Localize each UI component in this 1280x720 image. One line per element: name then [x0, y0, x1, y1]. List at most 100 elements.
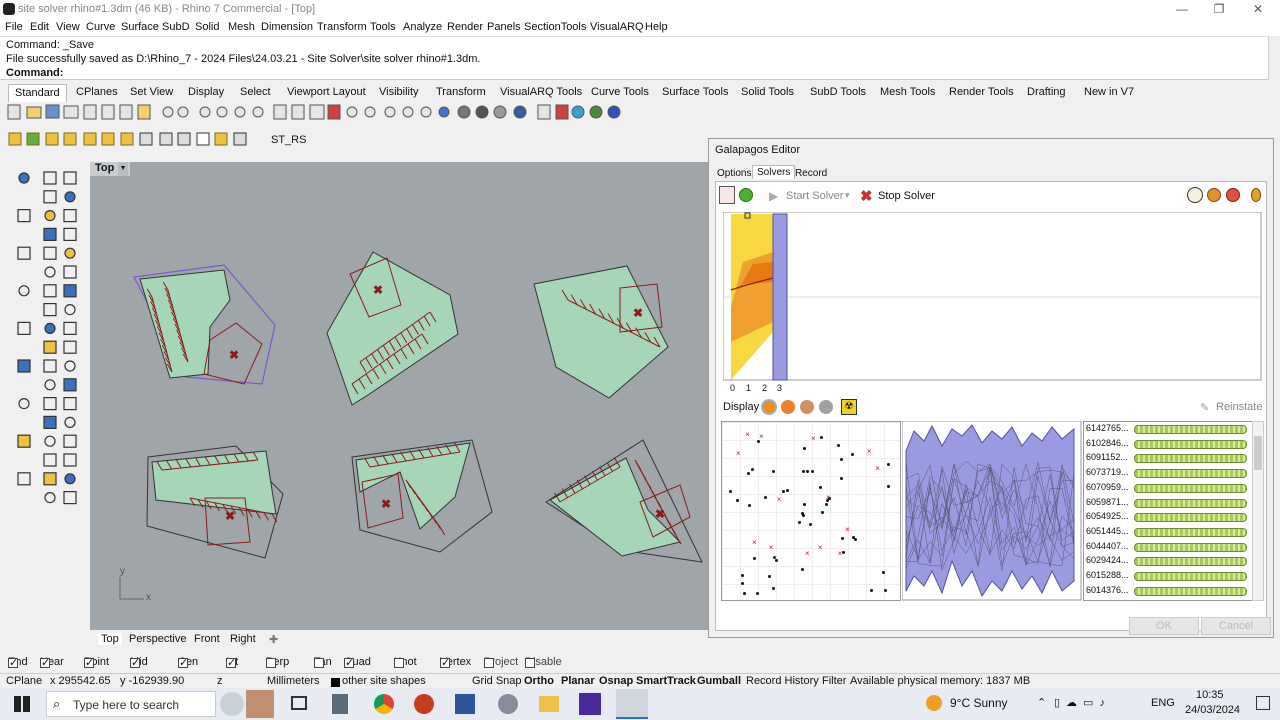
left-tool-icon[interactable]: [64, 247, 76, 259]
profile-avatar[interactable]: [246, 690, 274, 718]
osnap-checkbox[interactable]: ✓: [130, 658, 140, 669]
left-tool-icon[interactable]: [64, 473, 76, 485]
weather-text[interactable]: 9°C Sunny: [950, 696, 1008, 710]
tab-curve-tools[interactable]: Curve Tools: [591, 86, 649, 98]
gal-tab-options[interactable]: Options: [717, 168, 751, 179]
menu-panels[interactable]: Panels: [487, 21, 521, 33]
command-prompt[interactable]: Command:: [6, 67, 63, 79]
osnap-quad[interactable]: ✓ Quad: [344, 656, 371, 669]
left-tool-icon[interactable]: [43, 246, 57, 260]
chrome-icon[interactable]: [374, 694, 394, 714]
left-tool-icon[interactable]: [64, 360, 76, 372]
tab-select[interactable]: Select: [240, 86, 271, 98]
osnap-checkbox[interactable]: ✓: [8, 658, 18, 669]
status-layer[interactable]: other site shapes: [342, 675, 426, 687]
powerpoint-icon[interactable]: [414, 694, 434, 714]
menu-file[interactable]: File: [5, 21, 23, 33]
status-planar[interactable]: Planar: [561, 675, 595, 687]
fitness-row[interactable]: 6059871...: [1084, 497, 1252, 511]
status-smarttrack[interactable]: SmartTrack: [636, 675, 696, 687]
osnap-checkbox[interactable]: ✓: [344, 658, 354, 669]
left-tool-icon[interactable]: [43, 303, 57, 317]
tab-display[interactable]: Display: [188, 86, 224, 98]
viewport-title[interactable]: Top ▼: [90, 162, 130, 176]
left-tool-icon[interactable]: [63, 321, 77, 335]
language-indicator[interactable]: ENG: [1151, 697, 1175, 709]
fitness-row[interactable]: 6015288...: [1084, 570, 1252, 584]
cortana-icon[interactable]: [220, 692, 244, 716]
fitness-row[interactable]: 6051445...: [1084, 526, 1252, 540]
osnap-perp[interactable]: Perp: [266, 656, 289, 668]
start-solver-icon[interactable]: ▶: [769, 189, 778, 203]
fitness-row[interactable]: 6070959...: [1084, 482, 1252, 496]
tab-viewport-layout[interactable]: Viewport Layout: [287, 86, 366, 98]
menu-analyze[interactable]: Analyze: [403, 21, 442, 33]
clock-date[interactable]: 24/03/2024: [1185, 704, 1240, 716]
left-tool-icon[interactable]: [43, 340, 57, 354]
close-button[interactable]: ✕: [1246, 2, 1270, 18]
ok-button[interactable]: OK: [1129, 617, 1199, 635]
vp-tab-front[interactable]: Front: [194, 633, 220, 645]
evolutionary-solver-icon[interactable]: [719, 186, 735, 204]
vp-tab-top[interactable]: Top: [98, 633, 122, 645]
osnap-checkbox[interactable]: [525, 658, 535, 668]
osnap-disable[interactable]: Disable: [525, 656, 562, 668]
reinstate-icon[interactable]: ✎: [1200, 401, 1209, 414]
left-tool-icon[interactable]: [17, 246, 31, 260]
osnap-checkbox[interactable]: ✓: [226, 658, 236, 669]
left-tool-icon[interactable]: [44, 209, 56, 222]
left-tool-icon[interactable]: [44, 379, 56, 391]
top-viewport[interactable]: ✖ ✖ ✖ ✖ ✖ ✖ y x: [90, 162, 708, 630]
left-tool-icon[interactable]: [63, 491, 77, 505]
tab-solid-tools[interactable]: Solid Tools: [741, 86, 794, 98]
left-tool-icon[interactable]: [43, 284, 57, 298]
left-tool-icon[interactable]: [63, 284, 77, 298]
fitness-row[interactable]: 6091152...: [1084, 452, 1252, 466]
fitness-row[interactable]: 6014376...: [1084, 585, 1252, 599]
tray-chevron-icon[interactable]: ⌃: [1037, 696, 1046, 709]
display-mode-2-icon[interactable]: [781, 400, 795, 414]
egg-icon[interactable]: [1251, 188, 1261, 202]
windows-start-icon[interactable]: [14, 696, 30, 712]
left-tool-icon[interactable]: [44, 492, 56, 504]
osnap-project[interactable]: Project: [484, 656, 518, 668]
menu-help[interactable]: Help: [645, 21, 668, 33]
osnap-point[interactable]: ✓ Point: [84, 656, 109, 669]
left-tool-icon[interactable]: [63, 208, 77, 223]
file-explorer-icon[interactable]: [539, 696, 559, 712]
fitness-row[interactable]: 6029424...: [1084, 555, 1252, 569]
left-tool-icon[interactable]: [17, 208, 31, 223]
left-tool-icon[interactable]: [63, 397, 77, 411]
menu-visualarq[interactable]: VisualARQ: [590, 21, 644, 33]
osnap-checkbox[interactable]: [314, 658, 324, 668]
solver-dropdown-icon[interactable]: ▾: [845, 190, 850, 201]
command-scrollbar[interactable]: [1268, 36, 1280, 80]
osnap-near[interactable]: ✓ Near: [40, 656, 64, 669]
site-plans-drawing[interactable]: ✖ ✖ ✖ ✖ ✖ ✖: [90, 162, 708, 630]
tab-visualarq-tools[interactable]: VisualARQ Tools: [500, 86, 582, 98]
left-tool-icon[interactable]: [63, 265, 77, 279]
fitness-row[interactable]: 6044407...: [1084, 541, 1252, 555]
left-tool-icon[interactable]: [64, 191, 76, 203]
menu-subd[interactable]: SubD: [162, 21, 190, 33]
maximize-button[interactable]: ❐: [1207, 2, 1231, 18]
left-tool-icon[interactable]: [18, 398, 30, 410]
annealing-solver-icon[interactable]: [739, 188, 753, 202]
calculator-icon[interactable]: [332, 694, 348, 714]
cancel-button[interactable]: Cancel: [1201, 617, 1271, 635]
status-cplane[interactable]: CPlane: [6, 675, 42, 687]
notification-icon[interactable]: [1256, 696, 1270, 710]
plugin-toolbar-icons[interactable]: [0, 128, 262, 152]
population-scatter[interactable]: × × × × × × × × × × × × × ×: [721, 421, 901, 601]
display-mode-1-icon[interactable]: [761, 399, 777, 415]
vp-tab-perspective[interactable]: Perspective: [129, 633, 186, 645]
menu-tools[interactable]: Tools: [370, 21, 396, 33]
menu-view[interactable]: View: [56, 21, 80, 33]
osnap-mid[interactable]: ✓Mid: [130, 656, 148, 669]
osnap-vertex[interactable]: ✓ Vertex: [440, 656, 471, 669]
tab-mesh-tools[interactable]: Mesh Tools: [880, 86, 935, 98]
menu-surface[interactable]: Surface: [121, 21, 159, 33]
menu-sectiontools[interactable]: SectionTools: [524, 21, 586, 33]
left-tool-icon[interactable]: [17, 321, 31, 335]
fitness-list[interactable]: 6142765... 6102846... 6091152... 6073719...…: [1083, 421, 1253, 601]
